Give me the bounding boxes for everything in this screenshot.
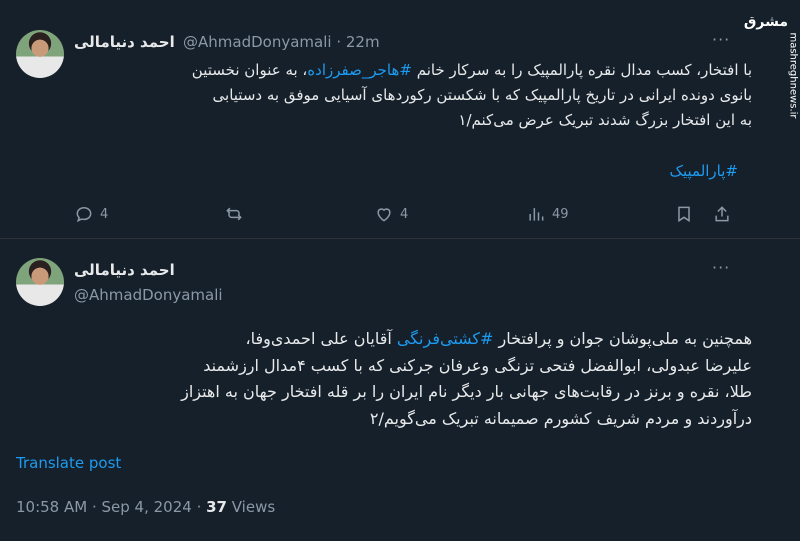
tweet-text-line: بانوی دونده ایرانی در تاریخ پارالمپیک که… [212, 86, 752, 104]
retweet-button[interactable] [224, 204, 250, 224]
tweet-text: با افتخار، کسب مدال نقره پارالمپیک را به… [52, 58, 752, 133]
hashtag-link[interactable]: #کشتی‌فرنگی [397, 329, 494, 348]
avatar[interactable] [16, 258, 64, 306]
tweet-text-line: آقایان علی احمدی‌وفا، [245, 329, 397, 348]
mashregh-logo: مشرق [743, 14, 788, 30]
tweet-text-line: درآوردند و مردم شریف کشورم صمیمانه تبریک… [369, 408, 752, 428]
translate-post-link[interactable]: Translate post [16, 454, 121, 472]
share-button[interactable] [712, 204, 732, 224]
hashtag-link[interactable]: #پارالمپیک [670, 162, 738, 180]
view-count: 37 [206, 498, 227, 516]
tweet-text-line: همچنین به ملی‌پوشان جوان و پرافتخار [493, 329, 752, 348]
reply-count: 4 [100, 206, 109, 222]
handle-text[interactable]: @AhmadDonyamali [183, 33, 332, 51]
hashtag-link[interactable]: #هاجر_صفرزاده [307, 61, 412, 79]
reply-icon [76, 206, 92, 223]
like-count: 4 [400, 206, 409, 222]
watermark-site: mashreghnews.ir [787, 32, 799, 119]
tweet-text: همچنین به ملی‌پوشان جوان و پرافتخار #کشت… [32, 326, 752, 432]
bookmark-icon [678, 206, 690, 223]
tweet-text-line: با افتخار، کسب مدال نقره پارالمپیک را به… [411, 61, 752, 79]
tweet-text-line: ، به عنوان نخستین [191, 61, 308, 79]
author-name[interactable]: احمد دنیامالی [74, 33, 175, 51]
post-timestamp[interactable]: 10:58 AM · Sep 4, 2024 · [16, 498, 206, 516]
author-handle[interactable]: @AhmadDonyamali · 22m [183, 33, 380, 51]
share-icon [715, 206, 729, 222]
divider [0, 238, 800, 239]
action-bar: 4 4 49 [74, 204, 734, 226]
views-label: Views [226, 498, 276, 516]
reply-button[interactable]: 4 [74, 204, 108, 224]
bookmark-button[interactable] [674, 204, 694, 224]
author-name[interactable]: احمد دنیامالی [74, 261, 175, 279]
view-count: 49 [552, 206, 569, 222]
post-time[interactable]: · 22m [336, 33, 379, 51]
analytics-icon [529, 208, 544, 221]
author-handle[interactable]: @AhmadDonyamali [74, 286, 223, 304]
more-options-icon[interactable]: ··· [712, 30, 730, 49]
views-button[interactable]: 49 [526, 204, 569, 224]
tweet-text-line: طلا، نقره و برنز در رقابت‌های جهانی بار … [181, 382, 752, 401]
more-options-icon[interactable]: ··· [712, 258, 730, 277]
retweet-icon [226, 207, 242, 221]
heart-icon [377, 208, 391, 222]
tweet-text-line: به این افتخار بزرگ شدند تبریک عرض می‌کنم… [458, 111, 752, 129]
post-metadata: 10:58 AM · Sep 4, 2024 · 37 Views [16, 498, 275, 516]
like-button[interactable]: 4 [374, 204, 408, 224]
tweet-text-line: علیرضا عبدولی، ابوالفضل فتحی تزنگی وعرفا… [203, 355, 752, 375]
